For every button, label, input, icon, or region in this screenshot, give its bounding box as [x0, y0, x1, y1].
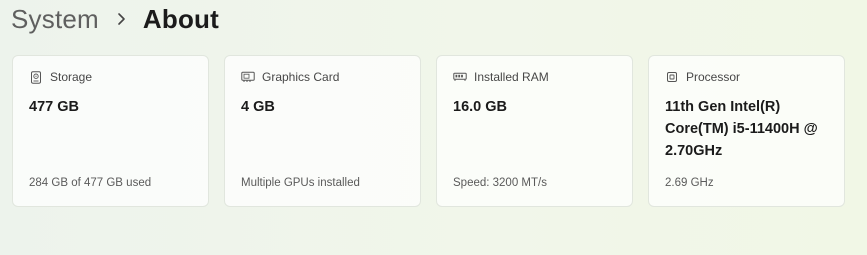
graphics-card-info: Multiple GPUs installed [241, 177, 360, 189]
processor-icon [665, 70, 679, 84]
breadcrumb-system-link[interactable]: System [11, 4, 99, 35]
processor-speed: 2.69 GHz [665, 177, 714, 189]
processor-title: Processor [686, 70, 741, 84]
ram-icon [453, 70, 467, 84]
installed-ram-title: Installed RAM [474, 70, 549, 84]
storage-value: 477 GB [29, 99, 79, 115]
graphics-card-title: Graphics Card [262, 70, 340, 84]
installed-ram-value: 16.0 GB [453, 99, 507, 115]
storage-card: Storage 477 GB 284 GB of 477 GB used [12, 55, 209, 207]
storage-icon [29, 70, 43, 84]
processor-value: 11th Gen Intel(R) Core(TM) i5-11400H @ 2… [665, 99, 818, 159]
installed-ram-speed: Speed: 3200 MT/s [453, 177, 547, 189]
installed-ram-card: Installed RAM 16.0 GB Speed: 3200 MT/s [436, 55, 633, 207]
graphics-card-icon [241, 70, 255, 84]
graphics-card-value: 4 GB [241, 99, 275, 115]
chevron-right-icon [109, 10, 133, 28]
breadcrumb: System About [11, 0, 219, 38]
graphics-card-card: Graphics Card 4 GB Multiple GPUs install… [224, 55, 421, 207]
page-title: About [142, 3, 219, 34]
processor-card: Processor 11th Gen Intel(R) Core(TM) i5-… [648, 55, 845, 207]
storage-title: Storage [50, 70, 93, 84]
storage-usage: 284 GB of 477 GB used [29, 177, 152, 189]
